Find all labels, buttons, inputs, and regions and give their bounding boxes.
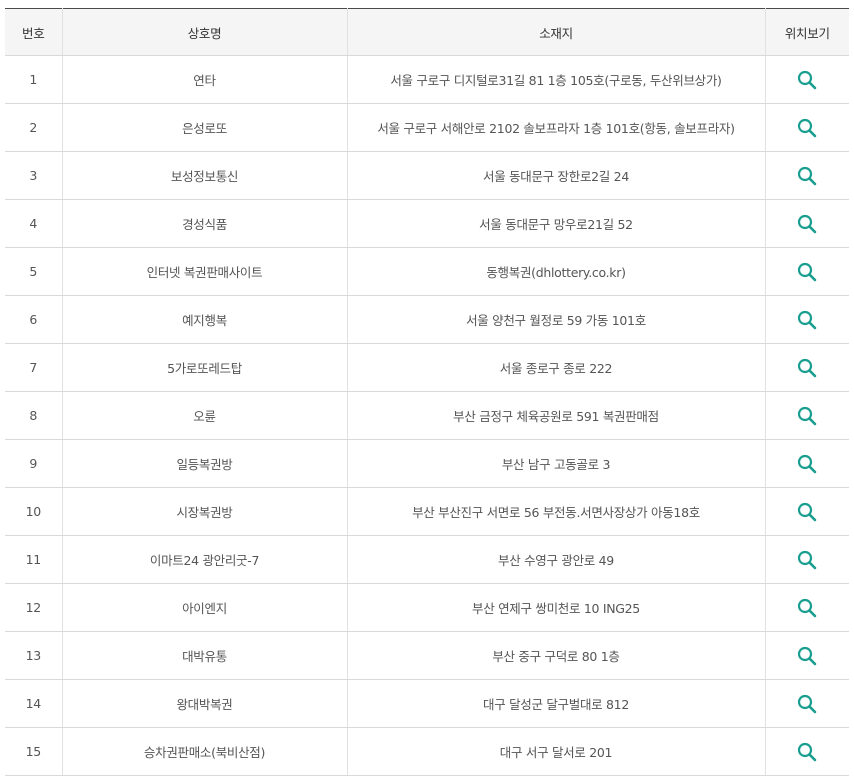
store-name: 대박유통 <box>61 631 347 680</box>
map-cell <box>764 631 849 680</box>
search-icon[interactable] <box>796 165 818 187</box>
store-name: 이마트24 광안리굿-7 <box>61 535 347 584</box>
row-number: 1 <box>5 55 62 104</box>
header-name: 상호명 <box>61 8 347 56</box>
row-number: 13 <box>5 631 62 680</box>
table-row: 10 시장복권방 부산 부산진구 서면로 56 부전동.서면사장상가 아동18호 <box>5 487 849 536</box>
table-row: 9 일등복권방 부산 남구 고동골로 3 <box>5 439 849 488</box>
search-icon[interactable] <box>796 405 818 427</box>
store-name: 연타 <box>61 55 347 104</box>
table-row: 3 보성정보통신 서울 동대문구 장한로2길 24 <box>5 151 849 200</box>
store-address: 부산 연제구 쌍미천로 10 ING25 <box>346 583 765 632</box>
table-row: 7 5가로또레드탑 서울 종로구 종로 222 <box>5 343 849 392</box>
store-table: 번호 상호명 소재지 위치보기 1 연타 서울 구로구 디지털로31길 81 1… <box>5 8 849 776</box>
search-icon[interactable] <box>796 501 818 523</box>
store-address: 대구 서구 달서로 201 <box>346 727 765 776</box>
table-row: 14 왕대박복권 대구 달성군 달구벌대로 812 <box>5 679 849 728</box>
table-body: 1 연타 서울 구로구 디지털로31길 81 1층 105호(구로동, 두산위브… <box>5 55 849 776</box>
store-name: 승차권판매소(북비산점) <box>61 727 347 776</box>
map-cell <box>764 55 849 104</box>
store-address: 서울 종로구 종로 222 <box>346 343 765 392</box>
store-list: 번호 상호명 소재지 위치보기 1 연타 서울 구로구 디지털로31길 81 1… <box>5 8 849 776</box>
search-icon[interactable] <box>796 693 818 715</box>
row-number: 14 <box>5 679 62 728</box>
store-name: 인터넷 복권판매사이트 <box>61 247 347 296</box>
table-row: 8 오륜 부산 금정구 체육공원로 591 복권판매점 <box>5 391 849 440</box>
map-cell <box>764 679 849 728</box>
table-row: 5 인터넷 복권판매사이트 동행복권(dhlottery.co.kr) <box>5 247 849 296</box>
row-number: 2 <box>5 103 62 152</box>
row-number: 9 <box>5 439 62 488</box>
search-icon[interactable] <box>796 213 818 235</box>
row-number: 6 <box>5 295 62 344</box>
map-cell <box>764 583 849 632</box>
search-icon[interactable] <box>796 261 818 283</box>
store-name: 보성정보통신 <box>61 151 347 200</box>
store-name: 아이엔지 <box>61 583 347 632</box>
store-address: 서울 동대문구 망우로21길 52 <box>346 199 765 248</box>
store-name: 경성식품 <box>61 199 347 248</box>
store-address: 부산 부산진구 서면로 56 부전동.서면사장상가 아동18호 <box>346 487 765 536</box>
store-name: 일등복권방 <box>61 439 347 488</box>
header-address: 소재지 <box>346 8 765 56</box>
map-cell <box>764 727 849 776</box>
store-address: 부산 수영구 광안로 49 <box>346 535 765 584</box>
store-address: 부산 중구 구덕로 80 1층 <box>346 631 765 680</box>
search-icon[interactable] <box>796 645 818 667</box>
search-icon[interactable] <box>796 357 818 379</box>
store-address: 부산 금정구 체육공원로 591 복권판매점 <box>346 391 765 440</box>
row-number: 10 <box>5 487 62 536</box>
store-address: 서울 구로구 서해안로 2102 솔보프라자 1층 101호(항동, 솔보프라자… <box>346 103 765 152</box>
search-icon[interactable] <box>796 453 818 475</box>
table-row: 11 이마트24 광안리굿-7 부산 수영구 광안로 49 <box>5 535 849 584</box>
map-cell <box>764 295 849 344</box>
table-row: 12 아이엔지 부산 연제구 쌍미천로 10 ING25 <box>5 583 849 632</box>
store-name: 은성로또 <box>61 103 347 152</box>
store-name: 시장복권방 <box>61 487 347 536</box>
store-name: 오륜 <box>61 391 347 440</box>
search-icon[interactable] <box>796 117 818 139</box>
map-cell <box>764 199 849 248</box>
row-number: 11 <box>5 535 62 584</box>
row-number: 7 <box>5 343 62 392</box>
store-address: 동행복권(dhlottery.co.kr) <box>346 247 765 296</box>
store-address: 서울 양천구 월정로 59 가동 101호 <box>346 295 765 344</box>
search-icon[interactable] <box>796 549 818 571</box>
map-cell <box>764 343 849 392</box>
table-row: 6 예지행복 서울 양천구 월정로 59 가동 101호 <box>5 295 849 344</box>
store-address: 서울 동대문구 장한로2길 24 <box>346 151 765 200</box>
row-number: 12 <box>5 583 62 632</box>
row-number: 3 <box>5 151 62 200</box>
map-cell <box>764 487 849 536</box>
store-address: 부산 남구 고동골로 3 <box>346 439 765 488</box>
row-number: 15 <box>5 727 62 776</box>
table-row: 1 연타 서울 구로구 디지털로31길 81 1층 105호(구로동, 두산위브… <box>5 55 849 104</box>
table-header: 번호 상호명 소재지 위치보기 <box>5 8 849 56</box>
map-cell <box>764 391 849 440</box>
map-cell <box>764 535 849 584</box>
search-icon[interactable] <box>796 741 818 763</box>
map-cell <box>764 439 849 488</box>
row-number: 8 <box>5 391 62 440</box>
store-name: 왕대박복권 <box>61 679 347 728</box>
row-number: 4 <box>5 199 62 248</box>
search-icon[interactable] <box>796 69 818 91</box>
header-no: 번호 <box>5 8 62 56</box>
row-number: 5 <box>5 247 62 296</box>
map-cell <box>764 247 849 296</box>
table-row: 2 은성로또 서울 구로구 서해안로 2102 솔보프라자 1층 101호(항동… <box>5 103 849 152</box>
store-name: 예지행복 <box>61 295 347 344</box>
header-map: 위치보기 <box>764 8 849 56</box>
map-cell <box>764 151 849 200</box>
map-cell <box>764 103 849 152</box>
store-address: 대구 달성군 달구벌대로 812 <box>346 679 765 728</box>
table-row: 4 경성식품 서울 동대문구 망우로21길 52 <box>5 199 849 248</box>
search-icon[interactable] <box>796 309 818 331</box>
store-name: 5가로또레드탑 <box>61 343 347 392</box>
store-address: 서울 구로구 디지털로31길 81 1층 105호(구로동, 두산위브상가) <box>346 55 765 104</box>
header-row: 번호 상호명 소재지 위치보기 <box>5 8 849 56</box>
table-row: 13 대박유통 부산 중구 구덕로 80 1층 <box>5 631 849 680</box>
table-row: 15 승차권판매소(북비산점) 대구 서구 달서로 201 <box>5 727 849 776</box>
search-icon[interactable] <box>796 597 818 619</box>
